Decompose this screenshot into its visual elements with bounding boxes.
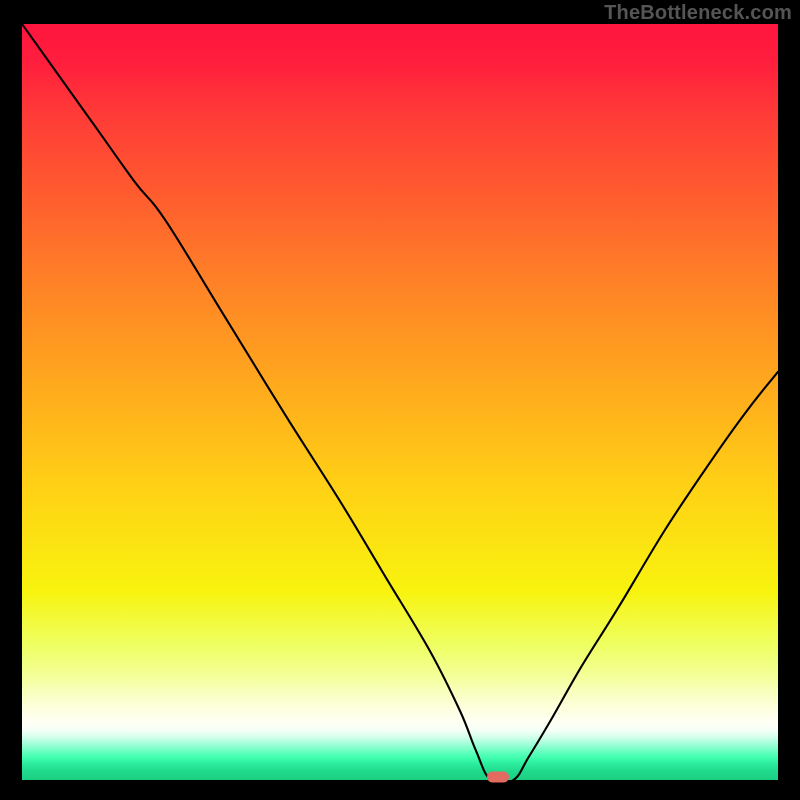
selected-point-marker [487,772,509,783]
watermark-text: TheBottleneck.com [604,2,792,25]
bottleneck-curve-path [22,24,778,780]
chart-frame: TheBottleneck.com [0,0,800,800]
chart-overlay [22,24,778,780]
